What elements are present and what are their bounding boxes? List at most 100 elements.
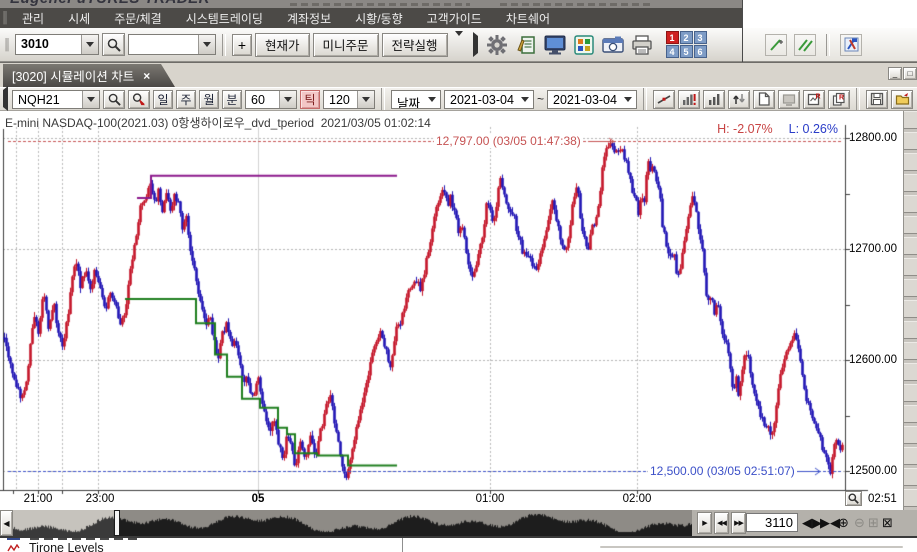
toolbar-grip[interactable]: ║ bbox=[0, 12, 10, 24]
period-day-button[interactable]: 일 bbox=[153, 90, 173, 109]
maximize-button[interactable]: □ bbox=[903, 67, 917, 80]
open-button[interactable] bbox=[891, 90, 913, 109]
toolbar-separator bbox=[643, 88, 647, 110]
tab-close-icon[interactable]: × bbox=[143, 69, 150, 83]
fit-window-icon[interactable]: ⊞ bbox=[868, 515, 879, 531]
date-to-value: 2021-03-04 bbox=[548, 91, 620, 108]
quick-slot-6[interactable]: 6 bbox=[694, 45, 707, 58]
symbol-search-combobox[interactable] bbox=[128, 34, 216, 55]
menu-item-quotes[interactable]: 시세 bbox=[56, 10, 102, 27]
step-forward-button[interactable]: ▶ bbox=[697, 512, 712, 534]
dropdown-arrow-icon[interactable] bbox=[455, 36, 463, 54]
sort-updown-button[interactable] bbox=[728, 90, 750, 109]
parallel-lines-button[interactable] bbox=[794, 34, 816, 56]
search-button[interactable] bbox=[102, 33, 125, 56]
zoom-in-icon[interactable]: ⊕ bbox=[838, 515, 849, 531]
period-week-button[interactable]: 주 bbox=[176, 90, 196, 109]
page-copy-button[interactable]: R bbox=[828, 90, 850, 109]
jump-start-button[interactable]: ◀◀ bbox=[714, 512, 729, 534]
x-axis-tick-label: 21:00 bbox=[24, 493, 53, 505]
navigator-back-button[interactable]: ◀ bbox=[0, 510, 13, 536]
chart-copy-button[interactable]: R bbox=[803, 90, 825, 109]
combo-arrow-icon[interactable] bbox=[279, 91, 296, 108]
menu-item-orders[interactable]: 주문/체결 bbox=[102, 10, 174, 27]
y-axis-tick-label: 12500.00 bbox=[849, 465, 897, 477]
symbol-recall-button[interactable] bbox=[128, 90, 150, 109]
date-to-combobox[interactable]: 2021-03-04 bbox=[547, 90, 637, 109]
tools-button[interactable] bbox=[840, 34, 862, 56]
axis-zoom-button[interactable] bbox=[845, 491, 862, 506]
close-box-icon[interactable]: ⊠ bbox=[882, 515, 893, 531]
expand-range-icon[interactable]: ◀▶ bbox=[802, 515, 822, 531]
combo-arrow-icon[interactable] bbox=[357, 91, 374, 108]
combo-arrow-icon[interactable] bbox=[81, 35, 98, 54]
screen-number-combobox[interactable]: 3010 bbox=[15, 34, 99, 55]
save-button[interactable] bbox=[866, 90, 888, 109]
open-folder-icon bbox=[895, 92, 910, 106]
navigator-slider-handle[interactable] bbox=[114, 510, 120, 536]
period-month-button[interactable]: 월 bbox=[199, 90, 219, 109]
menu-item-account[interactable]: 계좌정보 bbox=[275, 10, 343, 27]
quick-slot-4[interactable]: 4 bbox=[666, 45, 679, 58]
quick-slot-3[interactable]: 3 bbox=[694, 31, 707, 44]
layout-button[interactable] bbox=[571, 32, 597, 58]
tab-simulation-chart[interactable]: [3020] 시뮬레이션 차트 × bbox=[3, 64, 175, 87]
collapse-range-icon[interactable]: ▶◀ bbox=[820, 515, 840, 531]
menu-item-system-trading[interactable]: 시스템트레이딩 bbox=[174, 10, 275, 27]
settings-button[interactable] bbox=[484, 32, 510, 58]
strategy-run-button[interactable]: 전략실행 bbox=[382, 33, 448, 57]
x-axis-tick-label: 01:00 bbox=[476, 493, 505, 505]
period-tick-button[interactable]: 틱 bbox=[300, 90, 320, 109]
menu-item-chart-share[interactable]: 차트쉐어 bbox=[494, 10, 562, 27]
cross-line-tool-button[interactable] bbox=[653, 90, 675, 109]
combo-arrow-icon[interactable] bbox=[517, 91, 533, 108]
print-button[interactable] bbox=[629, 32, 655, 58]
y-axis-tick-label: 12800.00 bbox=[849, 132, 897, 144]
menu-item-manage[interactable]: 관리 bbox=[10, 10, 56, 27]
date-from-combobox[interactable]: 2021-03-04 bbox=[444, 90, 534, 109]
combo-arrow-icon[interactable] bbox=[82, 91, 99, 108]
zoom-out-icon[interactable]: ⊖ bbox=[854, 515, 865, 531]
date-mode-combobox[interactable]: 날짜 bbox=[391, 90, 441, 109]
svg-text:R: R bbox=[816, 94, 821, 101]
menu-item-guide[interactable]: 고객가이드 bbox=[415, 10, 494, 27]
trendline-plus-button[interactable] bbox=[765, 34, 787, 56]
quick-slot-2[interactable]: 2 bbox=[680, 31, 693, 44]
toolbar-grip[interactable]: ║ bbox=[2, 39, 12, 51]
memo-button[interactable] bbox=[513, 32, 539, 58]
tick-interval-combobox[interactable]: 120 bbox=[323, 90, 375, 109]
mini-order-button[interactable]: 미니주문 bbox=[313, 33, 379, 57]
jump-end-button[interactable]: ▶▶ bbox=[731, 512, 746, 534]
floppy-save-icon bbox=[870, 92, 884, 106]
current-price-button[interactable]: 현재가 bbox=[255, 33, 310, 57]
parallel-lines-icon bbox=[797, 37, 813, 53]
expand-arrow-icon[interactable] bbox=[473, 36, 478, 54]
monitor-button[interactable] bbox=[542, 32, 568, 58]
minute-interval-combobox[interactable]: 60 bbox=[245, 90, 297, 109]
symbol-search-button[interactable] bbox=[103, 90, 125, 109]
bar-count-input[interactable] bbox=[746, 513, 798, 532]
snapshot-button[interactable] bbox=[600, 32, 626, 58]
new-page-button[interactable] bbox=[753, 90, 775, 109]
scroll-left-icon[interactable] bbox=[3, 90, 8, 108]
menu-item-icon bbox=[7, 538, 20, 540]
combo-arrow-icon[interactable] bbox=[424, 91, 440, 108]
candlestick-chart-canvas[interactable] bbox=[0, 111, 903, 510]
right-icon-strip[interactable] bbox=[903, 111, 917, 510]
indicator-bars-button[interactable] bbox=[703, 90, 725, 109]
period-minute-button[interactable]: 분 bbox=[222, 90, 242, 109]
app-logo: EugeneFuTURES TRADER bbox=[10, 0, 210, 7]
tv-mode-button[interactable] bbox=[778, 90, 800, 109]
menu-item-market-trend[interactable]: 시황/동향 bbox=[343, 10, 415, 27]
chart-symbol-combobox[interactable]: NQH21 bbox=[12, 90, 100, 109]
bars-icon bbox=[707, 92, 721, 106]
symbol-search-value bbox=[129, 35, 198, 54]
combo-arrow-icon[interactable] bbox=[620, 91, 636, 108]
quick-slot-1[interactable]: 1 bbox=[666, 31, 679, 44]
menu-item-tirone-levels[interactable]: Tirone Levels bbox=[0, 541, 104, 552]
combo-arrow-icon[interactable] bbox=[198, 35, 215, 54]
add-screen-button[interactable]: + bbox=[232, 34, 252, 56]
minimize-button[interactable]: _ bbox=[888, 67, 902, 80]
indicator-alert-button[interactable] bbox=[678, 90, 700, 109]
quick-slot-5[interactable]: 5 bbox=[680, 45, 693, 58]
